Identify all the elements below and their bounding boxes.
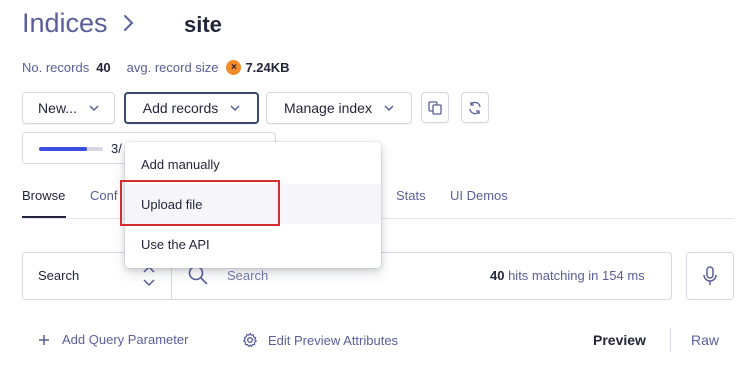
progress-track — [39, 147, 103, 151]
add-records-button[interactable]: Add records — [124, 92, 259, 124]
highlight-box — [120, 180, 280, 226]
chevron-down-icon — [89, 104, 99, 111]
tab-ui-demos[interactable]: UI Demos — [450, 188, 508, 203]
search-input[interactable]: Search — [227, 268, 268, 283]
gear-icon — [243, 332, 257, 347]
new-button[interactable]: New... — [22, 92, 115, 124]
hits-text: hits matching in 154 ms — [504, 268, 645, 283]
search-icon — [188, 265, 208, 285]
progress-fill — [39, 147, 87, 151]
hits-count: 40 — [490, 268, 505, 283]
view-toggle-divider — [670, 328, 671, 352]
edit-preview-attributes-label: Edit Preview Attributes — [268, 332, 399, 348]
refresh-button[interactable] — [461, 92, 489, 123]
add-query-parameter-label: Add Query Parameter — [62, 332, 189, 347]
tab-browse[interactable]: Browse — [22, 188, 65, 203]
manage-index-button[interactable]: Manage index — [266, 92, 412, 124]
chevron-down-icon — [384, 104, 394, 111]
size-label: avg. record size — [126, 59, 219, 75]
progress-text: 3/ — [111, 141, 122, 156]
warning-icon: × — [226, 59, 242, 75]
menu-item-label: Use the API — [141, 236, 210, 252]
voice-search-button[interactable] — [686, 252, 734, 300]
page-title: site — [184, 12, 222, 37]
active-tab-indicator — [22, 216, 66, 218]
records-value: 40 — [96, 59, 111, 75]
size-value: 7.24KB — [245, 59, 290, 75]
add-query-parameter-button[interactable]: Add Query Parameter — [38, 332, 188, 347]
breadcrumb-root[interactable]: Indices — [22, 8, 108, 39]
preview-toggle[interactable]: Preview — [593, 332, 646, 348]
tab-stats[interactable]: Stats — [396, 188, 426, 203]
edit-preview-attributes-button[interactable]: Edit Preview Attributes — [242, 332, 398, 348]
refresh-icon — [469, 101, 481, 114]
hits-summary: 40 hits matching in 154 ms — [490, 268, 645, 283]
search-mode-label: Search — [38, 268, 80, 283]
add-records-label: Add records — [142, 100, 219, 116]
records-label: No. records — [22, 59, 90, 75]
new-button-label: New... — [38, 100, 77, 116]
chevron-down-icon — [230, 104, 240, 111]
menu-item-use-api[interactable]: Use the API — [125, 224, 381, 264]
manage-index-label: Manage index — [284, 100, 372, 116]
index-stats: No. records 40 avg. record size × 7.24KB — [22, 59, 290, 75]
copy-icon — [428, 100, 442, 115]
raw-toggle[interactable]: Raw — [691, 332, 719, 348]
menu-item-label: Add manually — [141, 156, 220, 172]
copy-button[interactable] — [421, 92, 449, 123]
plus-icon — [39, 334, 49, 345]
tab-configuration[interactable]: Conf — [90, 188, 117, 203]
microphone-icon — [703, 266, 717, 285]
menu-item-add-manually[interactable]: Add manually — [125, 144, 381, 184]
chevron-right-icon — [124, 15, 134, 31]
